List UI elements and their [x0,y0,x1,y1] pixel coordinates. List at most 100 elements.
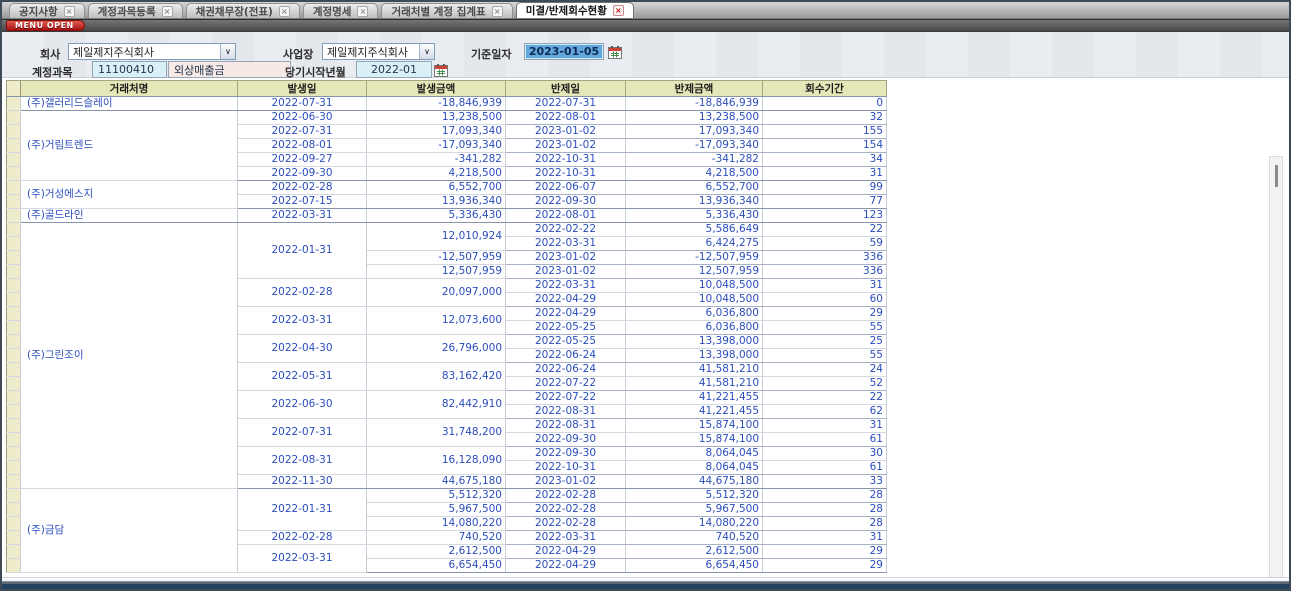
repay-amount-cell[interactable]: 2,612,500 [626,545,763,559]
calendar-icon[interactable] [434,62,448,76]
row-selector[interactable] [7,405,21,419]
repay-date-cell[interactable]: 2022-08-31 [506,419,626,433]
row-selector[interactable] [7,153,21,167]
row-selector[interactable] [7,433,21,447]
base-date-input[interactable]: 2023-01-05 [524,43,604,60]
collect-days-cell[interactable]: 32 [763,111,887,125]
occur-date-cell[interactable]: 2022-06-30 [238,391,367,419]
row-selector[interactable] [7,559,21,573]
repay-amount-cell[interactable]: 6,036,800 [626,321,763,335]
occur-date-cell[interactable]: 2022-07-15 [238,195,367,209]
collect-days-cell[interactable]: 55 [763,321,887,335]
repay-date-cell[interactable]: 2022-05-25 [506,335,626,349]
row-selector[interactable] [7,111,21,125]
collect-days-cell[interactable]: 61 [763,461,887,475]
table-row[interactable]: (주)금담2022-01-315,512,3202022-02-285,512,… [7,489,887,503]
site-select[interactable]: 제일제지주식회사 ∨ [322,43,435,60]
row-selector[interactable] [7,419,21,433]
repay-amount-cell[interactable]: 14,080,220 [626,517,763,531]
row-selector[interactable] [7,363,21,377]
repay-amount-cell[interactable]: 12,507,959 [626,265,763,279]
tab-2[interactable]: 채권채무장(전표)× [186,3,300,18]
repay-amount-cell[interactable]: 15,874,100 [626,433,763,447]
row-selector[interactable] [7,125,21,139]
account-name-field[interactable]: 외상매출금 [168,61,291,78]
occur-amount-cell[interactable]: 740,520 [367,531,506,545]
repay-date-cell[interactable]: 2022-08-01 [506,209,626,223]
row-selector[interactable] [7,195,21,209]
customer-name-cell[interactable]: (주)갤러리드슬레이 [21,97,238,111]
repay-amount-cell[interactable]: 6,036,800 [626,307,763,321]
table-row[interactable]: (주)골드라인2022-03-315,336,4302022-08-015,33… [7,209,887,223]
row-selector[interactable] [7,139,21,153]
tab-close-icon[interactable]: × [162,6,173,17]
repay-amount-cell[interactable]: 6,424,275 [626,237,763,251]
repay-date-cell[interactable]: 2022-03-31 [506,531,626,545]
collect-days-cell[interactable]: 34 [763,153,887,167]
repay-date-cell[interactable]: 2023-01-02 [506,265,626,279]
repay-date-cell[interactable]: 2023-01-02 [506,251,626,265]
occur-date-cell[interactable]: 2022-03-31 [238,545,367,573]
row-selector[interactable] [7,489,21,503]
row-selector[interactable] [7,391,21,405]
row-selector[interactable] [7,279,21,293]
repay-amount-cell[interactable]: 8,064,045 [626,447,763,461]
repay-amount-cell[interactable]: -341,282 [626,153,763,167]
row-selector[interactable] [7,237,21,251]
menu-open-button[interactable]: MENU OPEN [6,20,85,31]
repay-amount-cell[interactable]: 5,967,500 [626,503,763,517]
repay-date-cell[interactable]: 2022-07-22 [506,377,626,391]
occur-date-cell[interactable]: 2022-08-31 [238,447,367,475]
row-selector[interactable] [7,335,21,349]
repay-amount-cell[interactable]: 6,552,700 [626,181,763,195]
collect-days-cell[interactable]: 28 [763,489,887,503]
repay-amount-cell[interactable]: 13,238,500 [626,111,763,125]
tab-close-icon[interactable]: × [357,6,368,17]
repay-date-cell[interactable]: 2022-10-31 [506,153,626,167]
occur-date-cell[interactable]: 2022-07-31 [238,419,367,447]
occur-amount-cell[interactable]: -17,093,340 [367,139,506,153]
occur-amount-cell[interactable]: -12,507,959 [367,251,506,265]
occur-amount-cell[interactable]: 20,097,000 [367,279,506,307]
row-selector[interactable] [7,531,21,545]
occur-amount-cell[interactable]: 13,936,340 [367,195,506,209]
collect-days-cell[interactable]: 24 [763,363,887,377]
occur-date-cell[interactable]: 2022-02-28 [238,181,367,195]
occur-date-cell[interactable]: 2022-01-31 [238,489,367,531]
collect-days-cell[interactable]: 29 [763,545,887,559]
customer-name-cell[interactable]: (주)골드라인 [21,209,238,223]
repay-amount-cell[interactable]: 41,221,455 [626,405,763,419]
repay-amount-cell[interactable]: 13,398,000 [626,335,763,349]
table-row[interactable]: (주)거성에스지2022-02-286,552,7002022-06-076,5… [7,181,887,195]
occur-amount-cell[interactable]: 6,552,700 [367,181,506,195]
occur-amount-cell[interactable]: 5,512,320 [367,489,506,503]
collect-days-cell[interactable]: 31 [763,279,887,293]
collect-days-cell[interactable]: 52 [763,377,887,391]
collect-days-cell[interactable]: 62 [763,405,887,419]
occur-date-cell[interactable]: 2022-09-27 [238,153,367,167]
repay-amount-cell[interactable]: 6,654,450 [626,559,763,573]
repay-amount-cell[interactable]: 5,512,320 [626,489,763,503]
collect-days-cell[interactable]: 77 [763,195,887,209]
repay-date-cell[interactable]: 2022-02-28 [506,503,626,517]
repay-date-cell[interactable]: 2023-01-02 [506,125,626,139]
repay-date-cell[interactable]: 2022-02-28 [506,489,626,503]
occur-amount-cell[interactable]: 2,612,500 [367,545,506,559]
repay-date-cell[interactable]: 2022-10-31 [506,461,626,475]
tab-5[interactable]: 미결/반제회수현황× [516,2,634,18]
collect-days-cell[interactable]: 55 [763,349,887,363]
customer-name-cell[interactable]: (주)그린조이 [21,223,238,489]
occur-date-cell[interactable]: 2022-03-31 [238,209,367,223]
chevron-down-icon[interactable]: ∨ [419,44,434,59]
collect-days-cell[interactable]: 123 [763,209,887,223]
occur-amount-cell[interactable]: 12,010,924 [367,223,506,251]
row-selector[interactable] [7,545,21,559]
repay-date-cell[interactable]: 2022-07-31 [506,97,626,111]
collect-days-cell[interactable]: 61 [763,433,887,447]
repay-amount-cell[interactable]: 5,586,649 [626,223,763,237]
tab-close-icon[interactable]: × [613,5,624,16]
row-selector[interactable] [7,265,21,279]
repay-amount-cell[interactable]: 41,221,455 [626,391,763,405]
collect-days-cell[interactable]: 30 [763,447,887,461]
occur-date-cell[interactable]: 2022-11-30 [238,475,367,489]
